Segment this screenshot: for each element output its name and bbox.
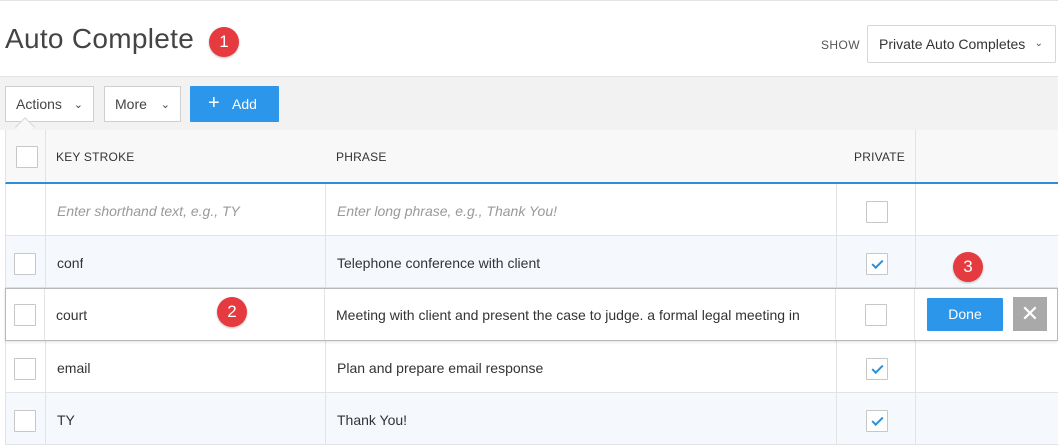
phrase-input[interactable]: Enter long phrase, e.g., Thank You!	[337, 203, 827, 219]
column-divider	[914, 289, 915, 340]
table-row-editing[interactable]: court 2 Meeting with client and present …	[5, 288, 1058, 341]
column-divider	[835, 289, 836, 340]
column-divider	[836, 184, 837, 235]
add-label: Add	[232, 96, 257, 112]
page-title: Auto Complete	[5, 23, 195, 54]
table-row[interactable]: TY Thank You!	[5, 393, 1058, 445]
actions-label: Actions	[16, 96, 62, 112]
column-divider	[45, 184, 46, 235]
row-phrase: Telephone conference with client	[337, 255, 541, 271]
private-checkbox[interactable]	[866, 358, 888, 380]
select-all-checkbox[interactable]	[16, 146, 38, 168]
column-divider	[915, 130, 916, 182]
cancel-edit-button[interactable]: ✕	[1013, 297, 1047, 331]
row-select-checkbox[interactable]	[14, 410, 36, 432]
new-entry-row: Enter shorthand text, e.g., TY Enter lon…	[5, 184, 1058, 236]
show-filter-select[interactable]: Private Auto Completes ⌄	[867, 25, 1056, 63]
page-header: Auto Complete 1 SHOW Private Auto Comple…	[0, 0, 1058, 76]
column-divider	[915, 184, 916, 235]
column-divider	[45, 236, 46, 287]
table-row[interactable]: email Plan and prepare email response	[5, 341, 1058, 393]
chevron-down-icon: ⌄	[160, 99, 170, 111]
keystroke-input[interactable]: Enter shorthand text, e.g., TY	[57, 203, 317, 219]
table-row[interactable]: conf Telephone conference with client 3	[5, 236, 1058, 288]
annotation-badge-3: 3	[953, 252, 983, 282]
column-divider	[836, 236, 837, 287]
keystroke-edit-input[interactable]: court	[56, 307, 87, 323]
row-keystroke: email	[57, 360, 91, 376]
column-divider	[45, 393, 46, 444]
actions-dropdown-button[interactable]: Actions ⌄	[5, 86, 94, 122]
column-divider	[44, 289, 45, 340]
annotation-badge-2: 2	[217, 297, 247, 327]
more-label: More	[115, 96, 147, 112]
checkmark-icon	[871, 361, 884, 375]
column-divider	[836, 393, 837, 444]
close-icon: ✕	[1020, 301, 1040, 326]
row-phrase: Plan and prepare email response	[337, 360, 544, 376]
column-header-private: PRIVATE	[854, 150, 905, 164]
annotation-badge-1: 1	[209, 27, 239, 57]
chevron-down-icon: ⌄	[1034, 38, 1043, 49]
column-divider	[325, 184, 326, 235]
private-checkbox[interactable]	[865, 304, 887, 326]
row-select-checkbox[interactable]	[14, 358, 36, 380]
column-divider	[915, 393, 916, 444]
row-select-checkbox[interactable]	[14, 304, 36, 326]
private-checkbox[interactable]	[866, 201, 888, 223]
auto-complete-table: KEY STROKE PHRASE PRIVATE Enter shorthan…	[5, 130, 1058, 446]
plus-icon: +	[208, 92, 220, 114]
column-divider	[324, 289, 325, 340]
column-divider	[325, 236, 326, 287]
column-divider	[325, 393, 326, 444]
row-keystroke: TY	[57, 412, 75, 428]
row-phrase: Thank You!	[337, 412, 408, 428]
checkmark-icon	[871, 413, 884, 427]
checkmark-icon	[871, 256, 884, 270]
show-filter-value: Private Auto Completes	[879, 36, 1026, 52]
column-divider	[45, 130, 46, 182]
column-divider	[836, 341, 837, 392]
column-divider	[325, 341, 326, 392]
column-divider	[915, 236, 916, 287]
row-select-checkbox[interactable]	[14, 253, 36, 275]
private-checkbox[interactable]	[866, 410, 888, 432]
private-checkbox[interactable]	[866, 253, 888, 275]
column-header-phrase: PHRASE	[336, 150, 387, 164]
show-label: SHOW	[821, 38, 860, 52]
column-divider	[45, 341, 46, 392]
column-header-keystroke: KEY STROKE	[56, 150, 135, 164]
add-button[interactable]: + Add	[190, 86, 279, 122]
chevron-down-icon: ⌄	[73, 99, 83, 111]
phrase-edit-input[interactable]: Meeting with client and present the case…	[336, 307, 828, 323]
table-header: KEY STROKE PHRASE PRIVATE	[5, 130, 1058, 184]
done-button[interactable]: Done	[927, 298, 1003, 331]
row-keystroke: conf	[57, 255, 84, 271]
more-dropdown-button[interactable]: More ⌄	[104, 86, 181, 122]
toolbar: Actions ⌄ More ⌄ + Add	[0, 76, 1058, 130]
column-divider	[915, 341, 916, 392]
